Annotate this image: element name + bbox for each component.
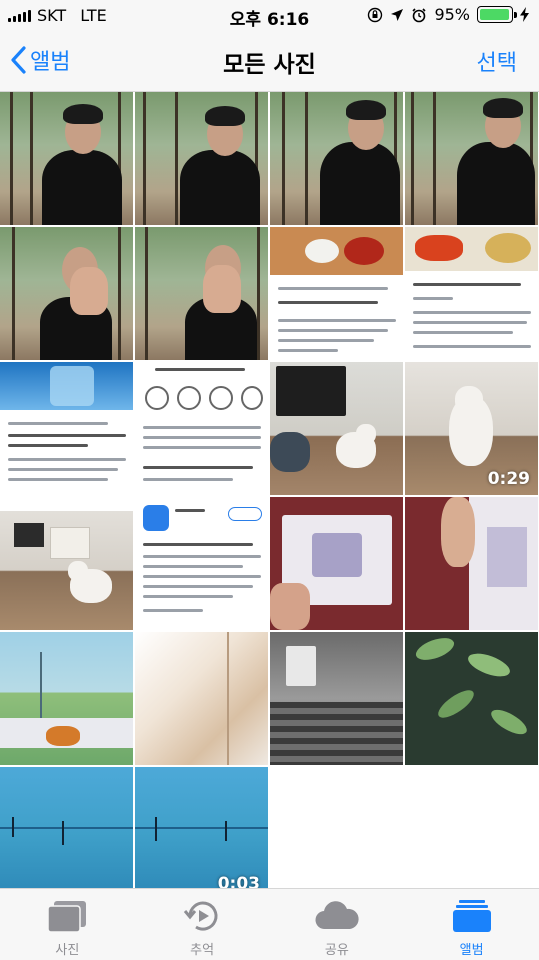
screenshot-thumbnail[interactable] (135, 497, 268, 630)
albums-icon (452, 900, 491, 932)
photo-thumbnail[interactable] (135, 92, 268, 225)
charging-icon (520, 7, 529, 22)
orientation-lock-icon (368, 7, 383, 22)
screenshot-thumbnail[interactable] (405, 227, 538, 360)
photo-thumbnail[interactable] (405, 632, 538, 765)
photo-thumbnail[interactable] (405, 92, 538, 225)
navigation-bar: 앨범 모든 사진 선택 (0, 30, 539, 92)
screenshot-thumbnail[interactable] (270, 227, 403, 360)
memories-icon (183, 901, 218, 931)
alarm-icon (412, 7, 427, 22)
page-title: 모든 사진 (223, 52, 316, 78)
photo-thumbnail[interactable] (0, 92, 133, 225)
battery-percent: 95% (434, 5, 470, 24)
photo-thumbnail[interactable] (0, 632, 133, 765)
tab-memories[interactable]: 추억 (135, 889, 270, 960)
tab-label: 추억 (190, 943, 215, 958)
tab-shared[interactable]: 공유 (270, 889, 405, 960)
tab-bar: 사진 추억 공유 앨범 (0, 888, 539, 960)
video-duration-label: 0:29 (487, 469, 530, 489)
photo-thumbnail[interactable] (270, 497, 403, 630)
status-right: 95% (367, 5, 529, 24)
photo-grid: 0:29 0:03 (0, 92, 539, 900)
photo-thumbnail[interactable] (270, 92, 403, 225)
tab-label: 사진 (55, 943, 80, 958)
screenshot-thumbnail[interactable] (135, 362, 268, 495)
tab-label: 앨범 (459, 943, 484, 958)
photo-thumbnail[interactable] (0, 227, 133, 360)
tab-label: 공유 (324, 943, 349, 958)
location-icon (391, 8, 404, 21)
photo-thumbnail[interactable] (0, 497, 133, 630)
cloud-icon (315, 901, 359, 930)
tab-photos[interactable]: 사진 (0, 889, 135, 960)
photo-thumbnail[interactable] (0, 767, 133, 900)
photos-icon (47, 901, 87, 933)
photo-thumbnail[interactable] (135, 227, 268, 360)
tab-albums[interactable]: 앨범 (404, 889, 539, 960)
select-button[interactable]: 선택 (477, 45, 517, 77)
battery-icon (477, 6, 517, 23)
screenshot-thumbnail[interactable] (0, 362, 133, 495)
video-thumbnail[interactable]: 0:03 (135, 767, 268, 900)
status-bar: SKT LTE 오후 6:16 95% (0, 0, 539, 30)
video-thumbnail[interactable]: 0:29 (405, 362, 538, 495)
photo-thumbnail[interactable] (405, 497, 538, 630)
photo-thumbnail[interactable] (270, 362, 403, 495)
photo-thumbnail[interactable] (135, 632, 268, 765)
photo-thumbnail[interactable] (270, 632, 403, 765)
